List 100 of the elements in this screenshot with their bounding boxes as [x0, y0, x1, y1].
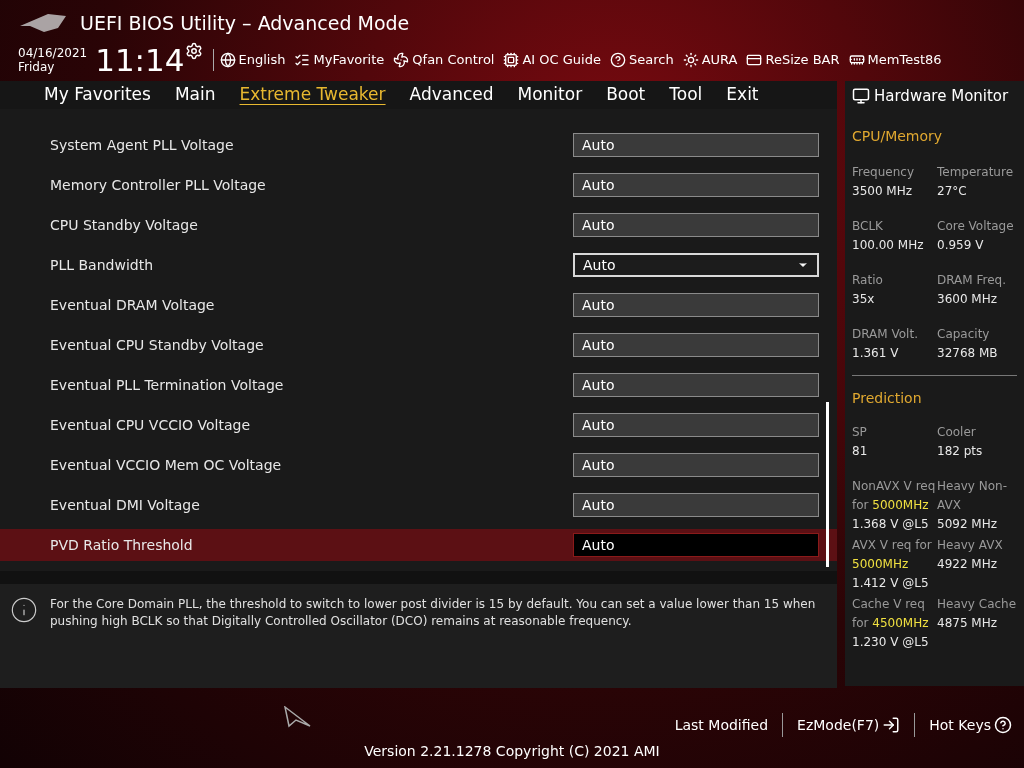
setting-label: Eventual DMI Voltage — [50, 495, 201, 515]
monitor-value: 5092 MHz — [937, 515, 999, 533]
panel-title: Hardware Monitor — [874, 86, 1009, 108]
menu-tab[interactable]: Monitor — [517, 82, 583, 108]
monitor-label: Heavy AVX — [937, 536, 1004, 554]
setting-row[interactable]: CPU Standby Voltage Auto — [0, 209, 837, 242]
monitor-value: 35x — [852, 290, 876, 308]
input-field[interactable]: Auto — [573, 173, 819, 198]
menu-tab[interactable]: Extreme Tweaker — [239, 82, 386, 108]
toolbar-button[interactable]: English — [219, 50, 286, 70]
monitor-value: 182 pts — [937, 442, 984, 460]
setting-label: PVD Ratio Threshold — [50, 535, 194, 555]
setting-row[interactable]: System Agent PLL Voltage Auto — [0, 129, 837, 162]
toolbar-button[interactable]: AI OC Guide — [503, 50, 601, 70]
card-icon — [746, 52, 763, 68]
setting-row[interactable]: Eventual DMI Voltage Auto — [0, 489, 837, 522]
monitor-label: Cache V req for 4500MHz — [852, 595, 930, 632]
monitor-label: Capacity — [937, 325, 991, 343]
setting-row[interactable]: Eventual CPU VCCIO Voltage Auto — [0, 409, 837, 442]
monitor-value: 3500 MHz — [852, 182, 914, 200]
section-heading: Prediction — [852, 388, 923, 408]
date-text: 04/16/2021 — [18, 46, 88, 60]
setting-label: CPU Standby Voltage — [50, 215, 199, 235]
input-field[interactable]: Auto — [573, 413, 819, 438]
monitor-icon — [852, 87, 870, 106]
monitor-label: Frequency — [852, 163, 915, 181]
fan-icon — [393, 52, 410, 68]
info-icon — [10, 596, 38, 625]
setting-label: Eventual VCCIO Mem OC Voltage — [50, 455, 283, 475]
footer-button[interactable]: Last Modified — [674, 714, 769, 736]
input-field[interactable]: Auto — [573, 213, 819, 238]
setting-label: Eventual CPU VCCIO Voltage — [50, 415, 252, 435]
setting-row[interactable]: Eventual VCCIO Mem OC Voltage Auto — [0, 449, 837, 482]
monitor-value: 4875 MHz — [937, 614, 999, 632]
toolbar-button[interactable]: ReSize BAR — [746, 50, 840, 70]
cursor-icon — [284, 706, 312, 729]
dropdown-field[interactable]: Auto — [573, 253, 819, 278]
input-field[interactable]: Auto — [573, 533, 819, 558]
exit-icon — [882, 716, 901, 735]
input-field[interactable]: Auto — [573, 133, 819, 158]
monitor-label: DRAM Volt. — [852, 325, 919, 343]
toolbar-button[interactable]: Search — [609, 50, 674, 70]
input-field[interactable]: Auto — [573, 373, 819, 398]
setting-label: Eventual DRAM Voltage — [50, 295, 216, 315]
monitor-value: 100.00 MHz — [852, 236, 925, 254]
monitor-value: 4922 MHz — [937, 555, 999, 573]
setting-row[interactable]: Eventual CPU Standby Voltage Auto — [0, 329, 837, 362]
monitor-label: Heavy Cache — [937, 595, 1017, 613]
monitor-label: Cooler — [937, 423, 977, 441]
scrollbar[interactable] — [826, 402, 829, 568]
menu-tab[interactable]: Advanced — [409, 82, 494, 108]
menu-tab[interactable]: Exit — [726, 82, 759, 108]
help-icon — [609, 52, 626, 68]
input-field[interactable]: Auto — [573, 293, 819, 318]
section-heading: CPU/Memory — [852, 126, 944, 146]
monitor-label: Heavy Non-AVX — [937, 477, 1009, 514]
monitor-value: 1.230 V @L5 — [852, 633, 930, 651]
monitor-value: 1.361 V — [852, 344, 900, 362]
toolbar-button[interactable]: MemTest86 — [848, 50, 942, 70]
settings-icon[interactable] — [184, 42, 203, 60]
memory-icon — [848, 52, 865, 68]
input-field[interactable]: Auto — [573, 453, 819, 478]
monitor-value: 1.368 V @L5 — [852, 515, 930, 533]
monitor-value: 1.412 V @L5 — [852, 574, 930, 592]
setting-row[interactable]: Eventual PLL Termination Voltage Auto — [0, 369, 837, 402]
clock-text: 11:14 — [95, 44, 185, 76]
setting-row[interactable]: PVD Ratio Threshold Auto — [0, 529, 837, 562]
setting-label: PLL Bandwidth — [50, 255, 155, 275]
window-title: UEFI BIOS Utility – Advanced Mode — [80, 10, 410, 36]
input-field[interactable]: Auto — [573, 333, 819, 358]
monitor-label: Core Voltage — [937, 217, 1015, 235]
toolbar-button[interactable]: MyFavorite — [294, 50, 385, 70]
setting-label: System Agent PLL Voltage — [50, 135, 235, 155]
footer-button[interactable]: Hot Keys — [929, 714, 1012, 736]
setting-row[interactable]: Eventual DRAM Voltage Auto — [0, 289, 837, 322]
toolbar-button[interactable]: AURA — [682, 50, 738, 70]
monitor-label: SP — [852, 423, 868, 441]
monitor-label: AVX V req for 5000MHz — [852, 536, 933, 573]
input-field[interactable]: Auto — [573, 493, 819, 518]
footer-button[interactable]: EzMode(F7) — [797, 714, 901, 736]
monitor-label: BCLK — [852, 217, 884, 235]
sun-icon — [682, 52, 699, 68]
monitor-value: 27°C — [937, 182, 968, 200]
toolbar-button[interactable]: Qfan Control — [393, 50, 495, 70]
menu-tab[interactable]: Boot — [606, 82, 646, 108]
version-text: Version 2.21.1278 Copyright (C) 2021 AMI — [364, 742, 660, 762]
setting-row[interactable]: PLL Bandwidth Auto — [0, 249, 837, 282]
menu-tab[interactable]: My Favorites — [44, 82, 151, 108]
monitor-label: NonAVX V req for 5000MHz — [852, 477, 937, 514]
setting-row[interactable]: Memory Controller PLL Voltage Auto — [0, 169, 837, 202]
monitor-label: DRAM Freq. — [937, 271, 1007, 289]
menu-tab[interactable]: Tool — [669, 82, 703, 108]
chip-icon — [503, 52, 520, 68]
setting-label: Eventual CPU Standby Voltage — [50, 335, 265, 355]
monitor-label: Temperature — [937, 163, 1014, 181]
setting-label: Memory Controller PLL Voltage — [50, 175, 267, 195]
logo-icon — [18, 12, 68, 34]
monitor-value: 3600 MHz — [937, 290, 999, 308]
menu-tab[interactable]: Main — [174, 82, 216, 108]
list-icon — [294, 52, 311, 68]
